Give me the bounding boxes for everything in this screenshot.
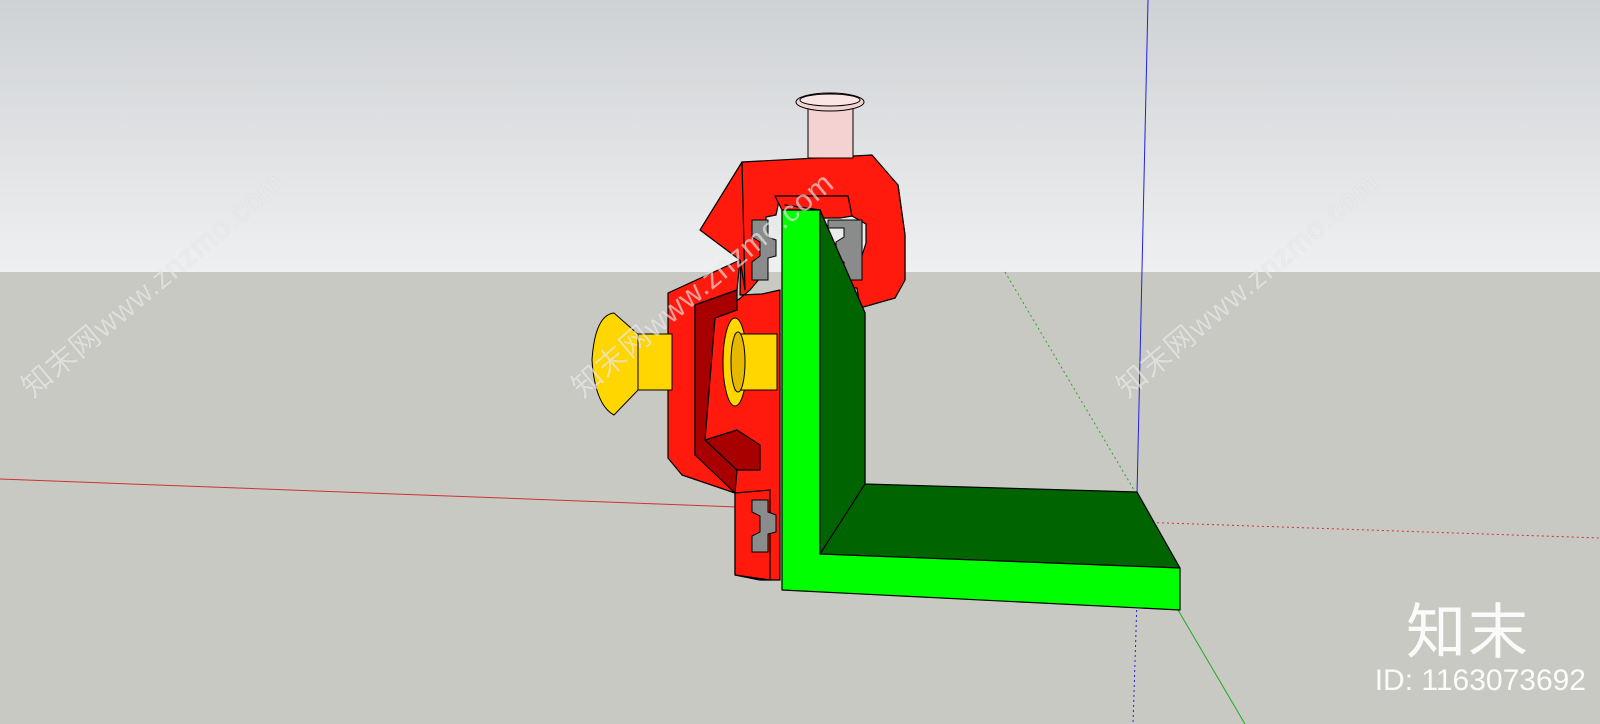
model-scene[interactable] [0,0,1600,724]
watermark-id: ID: 1163073692 [1374,664,1586,697]
sketchup-viewport[interactable]: 知末网www.znzmo.com 知末网www.znzmo.com 知末网www… [0,0,1600,724]
angle-bracket[interactable] [781,204,1181,611]
watermark-logo: 知末 [1406,598,1530,668]
blue-axis-dotted [1132,599,1138,724]
blue-axis [1136,0,1149,496]
green-axis [1177,609,1246,724]
pink-pin[interactable] [795,92,865,159]
red-axis [0,478,739,508]
red-axis-dotted [1136,521,1600,539]
